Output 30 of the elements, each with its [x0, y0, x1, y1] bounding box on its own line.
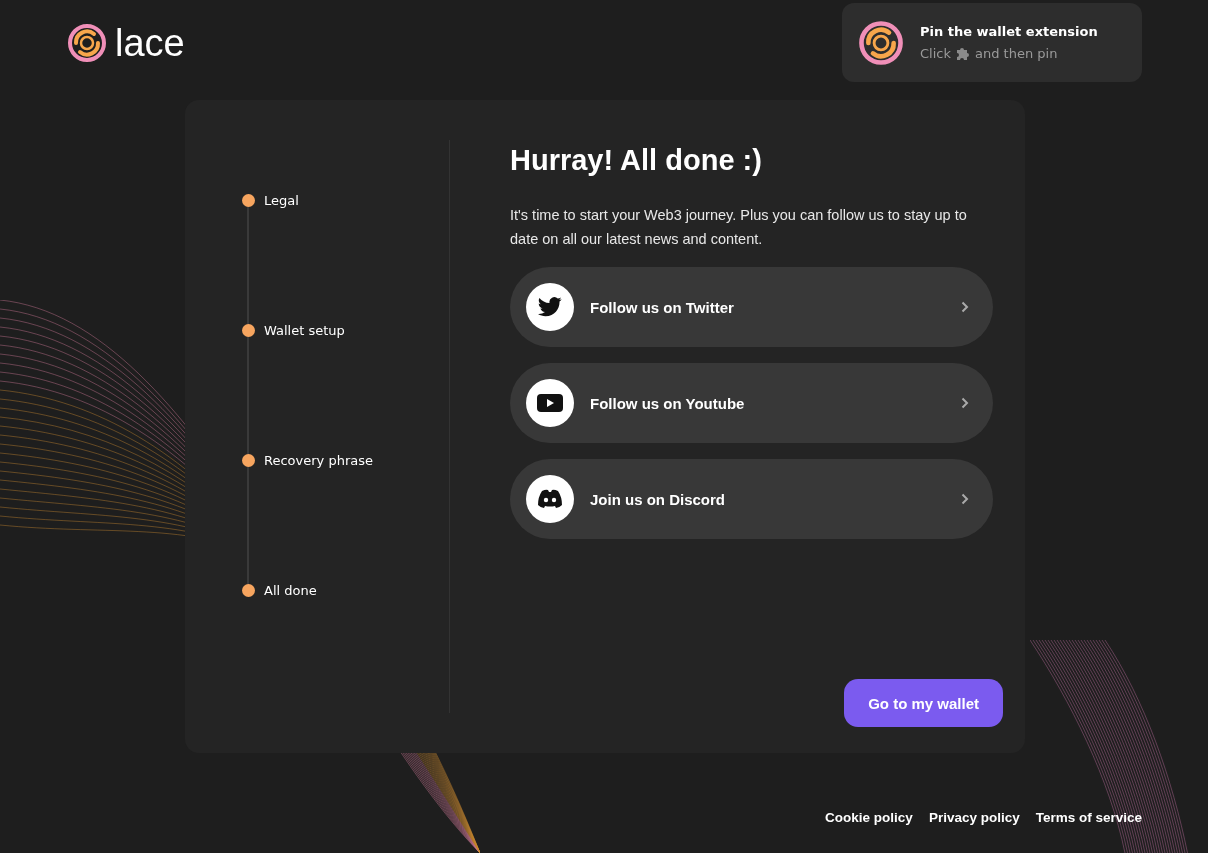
description-text: It's time to start your Web3 journey. Plus you can follow us to stay up to date on all our latest news and content.	[510, 206, 968, 249]
play-icon	[537, 394, 563, 412]
step-label: Recovery phrase	[264, 452, 373, 468]
step-label: All done	[264, 582, 317, 598]
go-to-wallet-button[interactable]: Go to my wallet	[844, 679, 1003, 727]
lace-logo-icon	[67, 23, 107, 63]
notice-title: Pin the wallet extension	[920, 24, 1098, 39]
chevron-right-icon	[961, 397, 969, 409]
notice-text: Click	[920, 45, 951, 61]
social-link-button[interactable]: Join us on Discord	[510, 459, 993, 539]
footer-link[interactable]: Terms of service	[1035, 810, 1142, 825]
chevron-right-icon	[961, 301, 969, 313]
puzzle-piece-icon	[955, 45, 971, 61]
bird-icon	[538, 297, 562, 317]
step-dot	[242, 323, 255, 337]
gamepad-face-icon	[537, 489, 563, 509]
step-label: Wallet setup	[264, 322, 345, 338]
lace-logo-icon	[858, 19, 904, 66]
step-dot	[242, 193, 255, 207]
social-link-button[interactable]: Follow us on Twitter	[510, 267, 993, 347]
step-dot	[242, 583, 255, 597]
page-title: Hurray! All done :)	[510, 144, 763, 177]
chevron-right-icon	[961, 493, 969, 505]
brand-name: lace	[115, 22, 185, 64]
step-dot	[242, 453, 255, 467]
notice-text: and then pin	[975, 45, 1058, 61]
step-label: Legal	[264, 192, 299, 208]
footer-link[interactable]: Privacy policy	[928, 810, 1020, 825]
footer-link[interactable]: Cookie policy	[825, 810, 913, 825]
social-link-button[interactable]: Follow us on Youtube	[510, 363, 993, 443]
